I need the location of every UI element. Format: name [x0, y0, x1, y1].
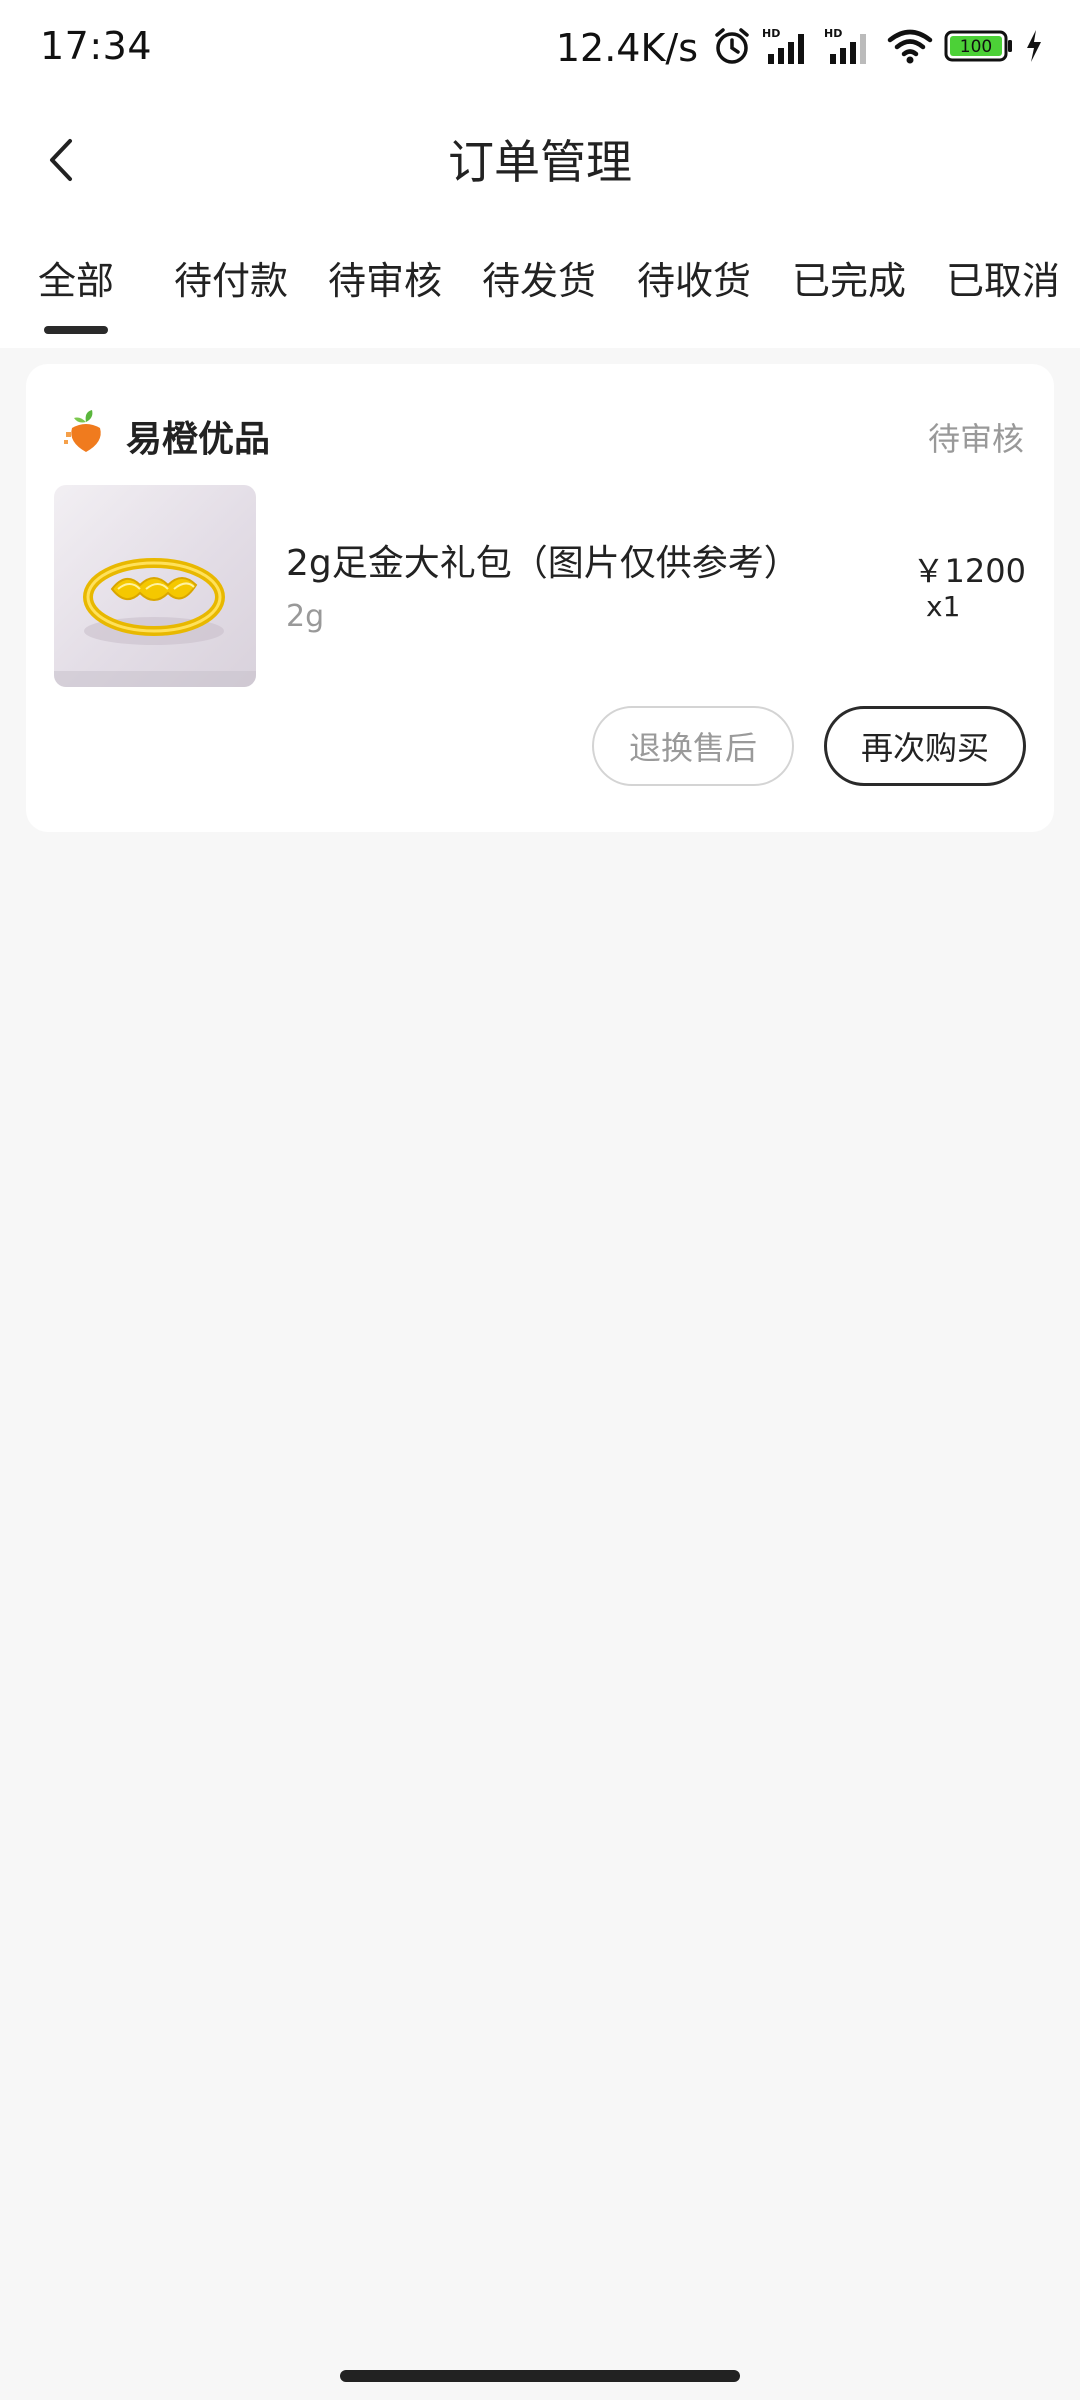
product-name[interactable]: 2g足金大礼包（图片仅供参考）	[286, 534, 800, 586]
status-bar: 17:34 12.4K/s HD HD 100	[0, 0, 1080, 96]
status-time: 17:34	[40, 24, 153, 68]
order-card[interactable]: 易橙优品 待审核 2g足金大礼包（图片仅供参考） 2g ￥1200 x1 退换售…	[26, 364, 1054, 832]
tab-cancelled[interactable]: 已取消	[946, 250, 1060, 305]
page-title: 订单管理	[448, 135, 632, 189]
order-status-label: 待审核	[927, 420, 1024, 458]
battery-icon: 100	[944, 26, 1014, 70]
nav-bar: 订单管理	[0, 110, 1080, 210]
svg-text:HD: HD	[824, 27, 842, 40]
product-quantity: x1	[926, 590, 961, 623]
gold-ring-image	[54, 558, 256, 687]
order-status-tabs: 全部 待付款 待审核 待发货 待收货 已完成 已取消	[0, 250, 1080, 340]
svg-text:HD: HD	[762, 27, 780, 40]
tab-pending-payment[interactable]: 待付款	[174, 250, 288, 305]
rebuy-button[interactable]: 再次购买	[824, 706, 1026, 786]
product-spec: 2g	[286, 599, 325, 634]
top-header-area: 17:34 12.4K/s HD HD 100 订单管理 全部 待付款 待审核 …	[0, 0, 1080, 348]
network-speed: 12.4K/s	[555, 26, 698, 70]
shop-name[interactable]: 易橙优品	[126, 410, 270, 462]
after-sale-button[interactable]: 退换售后	[592, 706, 794, 786]
signal-hd-icon: HD	[762, 26, 814, 70]
alarm-icon	[712, 26, 752, 70]
tab-all[interactable]: 全部	[38, 250, 114, 305]
product-price: ￥1200	[912, 552, 1026, 590]
battery-level: 100	[960, 37, 992, 57]
product-image[interactable]	[54, 485, 256, 687]
orange-logo-icon	[62, 408, 110, 456]
home-indicator[interactable]	[340, 2370, 740, 2382]
wifi-icon	[886, 26, 934, 70]
signal-hd-icon: HD	[824, 26, 876, 70]
active-tab-indicator	[44, 326, 108, 334]
tab-pending-shipment[interactable]: 待发货	[482, 250, 596, 305]
tab-pending-receipt[interactable]: 待收货	[637, 250, 751, 305]
charging-icon	[1024, 26, 1044, 70]
tab-pending-review[interactable]: 待审核	[328, 250, 442, 305]
status-icons: 12.4K/s HD HD 100	[556, 22, 1044, 74]
tab-completed[interactable]: 已完成	[792, 250, 906, 305]
